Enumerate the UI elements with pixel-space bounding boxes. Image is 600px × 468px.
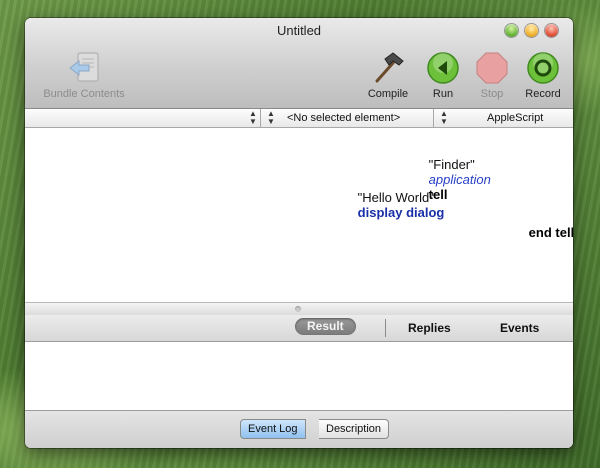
- minimize-button[interactable]: [525, 24, 538, 37]
- stop-octagon-icon: [476, 52, 508, 84]
- bottom-bar: Event Log Description: [25, 410, 573, 448]
- results-pane[interactable]: [25, 342, 573, 410]
- command-display-dialog: display dialog: [357, 205, 445, 220]
- description-button[interactable]: Description: [319, 419, 390, 439]
- zoom-button[interactable]: [505, 24, 518, 37]
- keyword-end-tell: end tell: [528, 225, 573, 240]
- bundle-contents-icon: [69, 52, 99, 82]
- element-selector-value: <No selected element>: [287, 112, 401, 124]
- language-selector[interactable]: ▲ ▼ AppleScript: [434, 109, 573, 127]
- splitter-grip[interactable]: [295, 306, 301, 312]
- run-label: Run: [432, 88, 454, 100]
- record-circle-icon: [527, 52, 559, 84]
- event-log-button[interactable]: Event Log: [240, 419, 306, 439]
- string-value: "Hello World": [357, 190, 434, 205]
- title-bar[interactable]: Untitled Bundle Contents Compile Run Sto…: [25, 18, 573, 109]
- stop-button[interactable]: Stop: [474, 51, 510, 100]
- hammer-icon: [375, 52, 404, 83]
- code-line-2: "Hello World" display dialog: [336, 175, 445, 235]
- results-tab-bar: Result Replies Events: [25, 315, 573, 342]
- empty-selector[interactable]: ▲ ▼: [25, 109, 257, 127]
- run-button[interactable]: Run: [425, 51, 461, 100]
- element-selector[interactable]: ▲ ▼ <No selected element>: [261, 109, 433, 127]
- selector-arrows-icon: ▲ ▼: [249, 109, 257, 126]
- stop-label: Stop: [480, 88, 504, 100]
- selector-arrows-icon: ▲ ▼: [440, 109, 448, 126]
- bundle-contents-button[interactable]: Bundle Contents: [34, 51, 134, 100]
- tab-result[interactable]: Result: [295, 318, 356, 335]
- string-value: "Finder": [428, 157, 475, 172]
- selector-arrows-icon: ▲ ▼: [267, 109, 275, 126]
- record-label: Record: [525, 88, 561, 100]
- tab-separator: [385, 319, 386, 337]
- navigation-bar: ▲ ▼ ▲ ▼ <No selected element> ▲ ▼ AppleScri…: [25, 109, 573, 128]
- window-title: Untitled: [276, 23, 322, 38]
- record-button[interactable]: Record: [519, 51, 567, 100]
- compile-label: Compile: [367, 88, 409, 100]
- bundle-contents-label: Bundle Contents: [43, 88, 125, 100]
- pane-splitter[interactable]: [25, 302, 573, 316]
- script-editor-window: Untitled Bundle Contents Compile Run Sto…: [25, 18, 573, 448]
- script-editor[interactable]: "Finder" application tell "Hello World" …: [25, 128, 573, 302]
- language-selector-value: AppleScript: [487, 112, 544, 124]
- tab-replies[interactable]: Replies: [408, 321, 451, 335]
- close-button[interactable]: [545, 24, 558, 37]
- compile-button[interactable]: Compile: [362, 51, 414, 100]
- code-line-3: end tell: [507, 210, 573, 255]
- run-play-icon: [427, 52, 459, 84]
- tab-events[interactable]: Events: [500, 321, 539, 335]
